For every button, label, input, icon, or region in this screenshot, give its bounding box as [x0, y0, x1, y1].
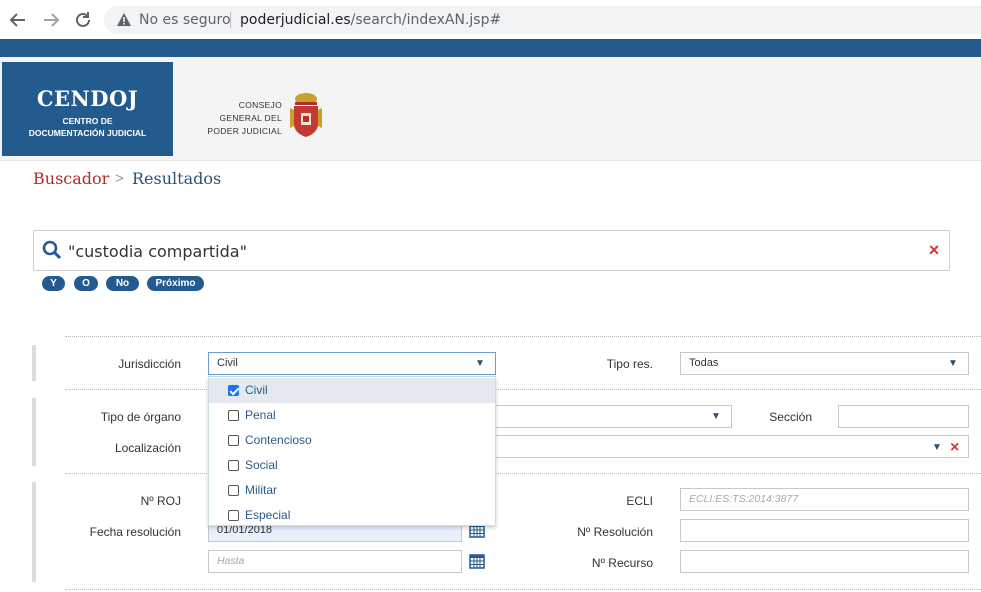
search-query[interactable]: "custodia compartida" — [68, 242, 247, 261]
n-resolucion-label: Nº Resolución — [577, 525, 653, 539]
option-label: Penal — [245, 408, 276, 422]
coat-of-arms-icon[interactable] — [286, 91, 326, 139]
dropdown-option-penal[interactable]: Penal — [209, 403, 495, 428]
dropdown-option-civil[interactable]: Civil — [209, 378, 495, 403]
clear-search-icon[interactable]: × — [925, 241, 943, 259]
logo-title: CENDOJ — [36, 86, 139, 111]
cendoj-logo[interactable]: CENDOJ CENTRO DE DOCUMENTACIÓN JUDICIAL — [2, 62, 173, 156]
checkbox-icon[interactable] — [228, 485, 239, 496]
site-header: CENDOJ CENTRO DE DOCUMENTACIÓN JUDICIAL … — [0, 57, 981, 161]
dropdown-option-especial[interactable]: Especial — [209, 503, 495, 528]
breadcrumb-separator-icon: > — [115, 170, 124, 187]
fecha-hasta-input[interactable]: Hasta — [208, 550, 462, 573]
omnibox-divider — [230, 12, 231, 28]
checkbox-icon[interactable] — [228, 510, 239, 521]
operator-y-button[interactable]: Y — [42, 276, 65, 291]
section-divider — [65, 336, 981, 337]
calendar-icon[interactable] — [469, 553, 485, 569]
option-label: Civil — [245, 383, 268, 397]
jurisdiccion-value: Civil — [217, 357, 238, 369]
security-label[interactable]: No es seguro — [139, 12, 231, 28]
dropdown-option-social[interactable]: Social — [209, 453, 495, 478]
section-marker — [32, 345, 36, 381]
reload-icon[interactable] — [72, 9, 94, 31]
seccion-label: Sección — [769, 410, 812, 424]
chevron-down-icon[interactable]: ▼ — [932, 443, 942, 453]
ecli-placeholder: ECLI:ES:TS:2014:3877 — [689, 493, 799, 505]
fecha-hasta-placeholder: Hasta — [217, 555, 245, 567]
url-text[interactable]: poderjudicial.es/search/indexAN.jsp# — [240, 12, 501, 28]
fecha-resolucion-label: Fecha resolución — [89, 525, 181, 539]
clear-localizacion-icon[interactable]: × — [950, 439, 959, 457]
n-resolucion-input[interactable] — [680, 519, 969, 542]
operator-no-button[interactable]: No — [106, 276, 139, 291]
cgpj-logo-text[interactable]: CONSEJO GENERAL DEL PODER JUDICIAL — [198, 99, 282, 138]
checkbox-checked-icon[interactable] — [228, 385, 239, 396]
chevron-down-icon[interactable]: ▼ — [948, 359, 958, 369]
section-divider — [65, 589, 981, 590]
operator-o-button[interactable]: O — [74, 276, 98, 291]
cgpj-line-1: CONSEJO — [238, 100, 282, 110]
n-recurso-label: Nº Recurso — [591, 556, 653, 570]
tipo-organo-label: Tipo de órgano — [100, 410, 181, 424]
dropdown-option-contencioso[interactable]: Contencioso — [209, 428, 495, 453]
tipo-res-value: Todas — [689, 357, 719, 369]
address-bar[interactable]: No es seguro poderjudicial.es/search/ind… — [104, 6, 981, 34]
search-input[interactable]: "custodia compartida" × — [33, 230, 950, 271]
ecli-input[interactable]: ECLI:ES:TS:2014:3877 — [680, 488, 969, 511]
jurisdiccion-select[interactable]: Civil — [208, 352, 496, 375]
breadcrumb-buscador[interactable]: Buscador — [33, 169, 109, 188]
breadcrumb-resultados: Resultados — [132, 169, 222, 188]
ecli-label: ECLI — [626, 494, 653, 508]
search-icon — [42, 240, 62, 260]
logo-subtitle-2: DOCUMENTACIÓN JUDICIAL — [28, 128, 147, 138]
url-path: /search/indexAN.jsp# — [350, 12, 502, 28]
section-marker — [32, 398, 36, 466]
url-domain: poderjudicial.es — [240, 12, 351, 28]
cgpj-line-2: GENERAL DEL — [219, 113, 282, 123]
warning-icon[interactable] — [116, 12, 132, 28]
option-label: Militar — [245, 483, 277, 497]
tipo-res-label: Tipo res. — [606, 357, 653, 371]
roj-label: Nº ROJ — [140, 494, 181, 508]
jurisdiccion-label: Jurisdicción — [118, 357, 181, 371]
checkbox-icon[interactable] — [228, 435, 239, 446]
back-arrow-icon[interactable] — [7, 9, 29, 31]
jurisdiccion-dropdown-list: Civil Penal Contencioso Social Militar E… — [208, 376, 496, 526]
option-label: Contencioso — [245, 433, 312, 447]
cgpj-line-3: PODER JUDICIAL — [207, 126, 282, 136]
operator-proximo-button[interactable]: Próximo — [147, 276, 204, 291]
chevron-down-icon[interactable]: ▼ — [711, 412, 721, 422]
option-label: Especial — [245, 508, 291, 522]
section-divider — [65, 389, 981, 390]
forward-arrow-icon[interactable] — [40, 9, 62, 31]
tipo-res-select[interactable]: Todas — [680, 352, 969, 375]
browser-toolbar: No es seguro poderjudicial.es/search/ind… — [0, 0, 981, 39]
dropdown-option-militar[interactable]: Militar — [209, 478, 495, 503]
section-marker — [32, 482, 36, 582]
option-label: Social — [245, 458, 278, 472]
n-recurso-input[interactable] — [680, 550, 969, 573]
logo-subtitle-1: CENTRO DE — [62, 116, 113, 126]
top-blue-strip — [0, 39, 981, 57]
chevron-down-icon[interactable]: ▼ — [475, 359, 485, 369]
checkbox-icon[interactable] — [228, 460, 239, 471]
seccion-input[interactable] — [838, 405, 969, 428]
localizacion-label: Localización — [114, 441, 181, 455]
checkbox-icon[interactable] — [228, 410, 239, 421]
section-divider — [65, 473, 981, 474]
